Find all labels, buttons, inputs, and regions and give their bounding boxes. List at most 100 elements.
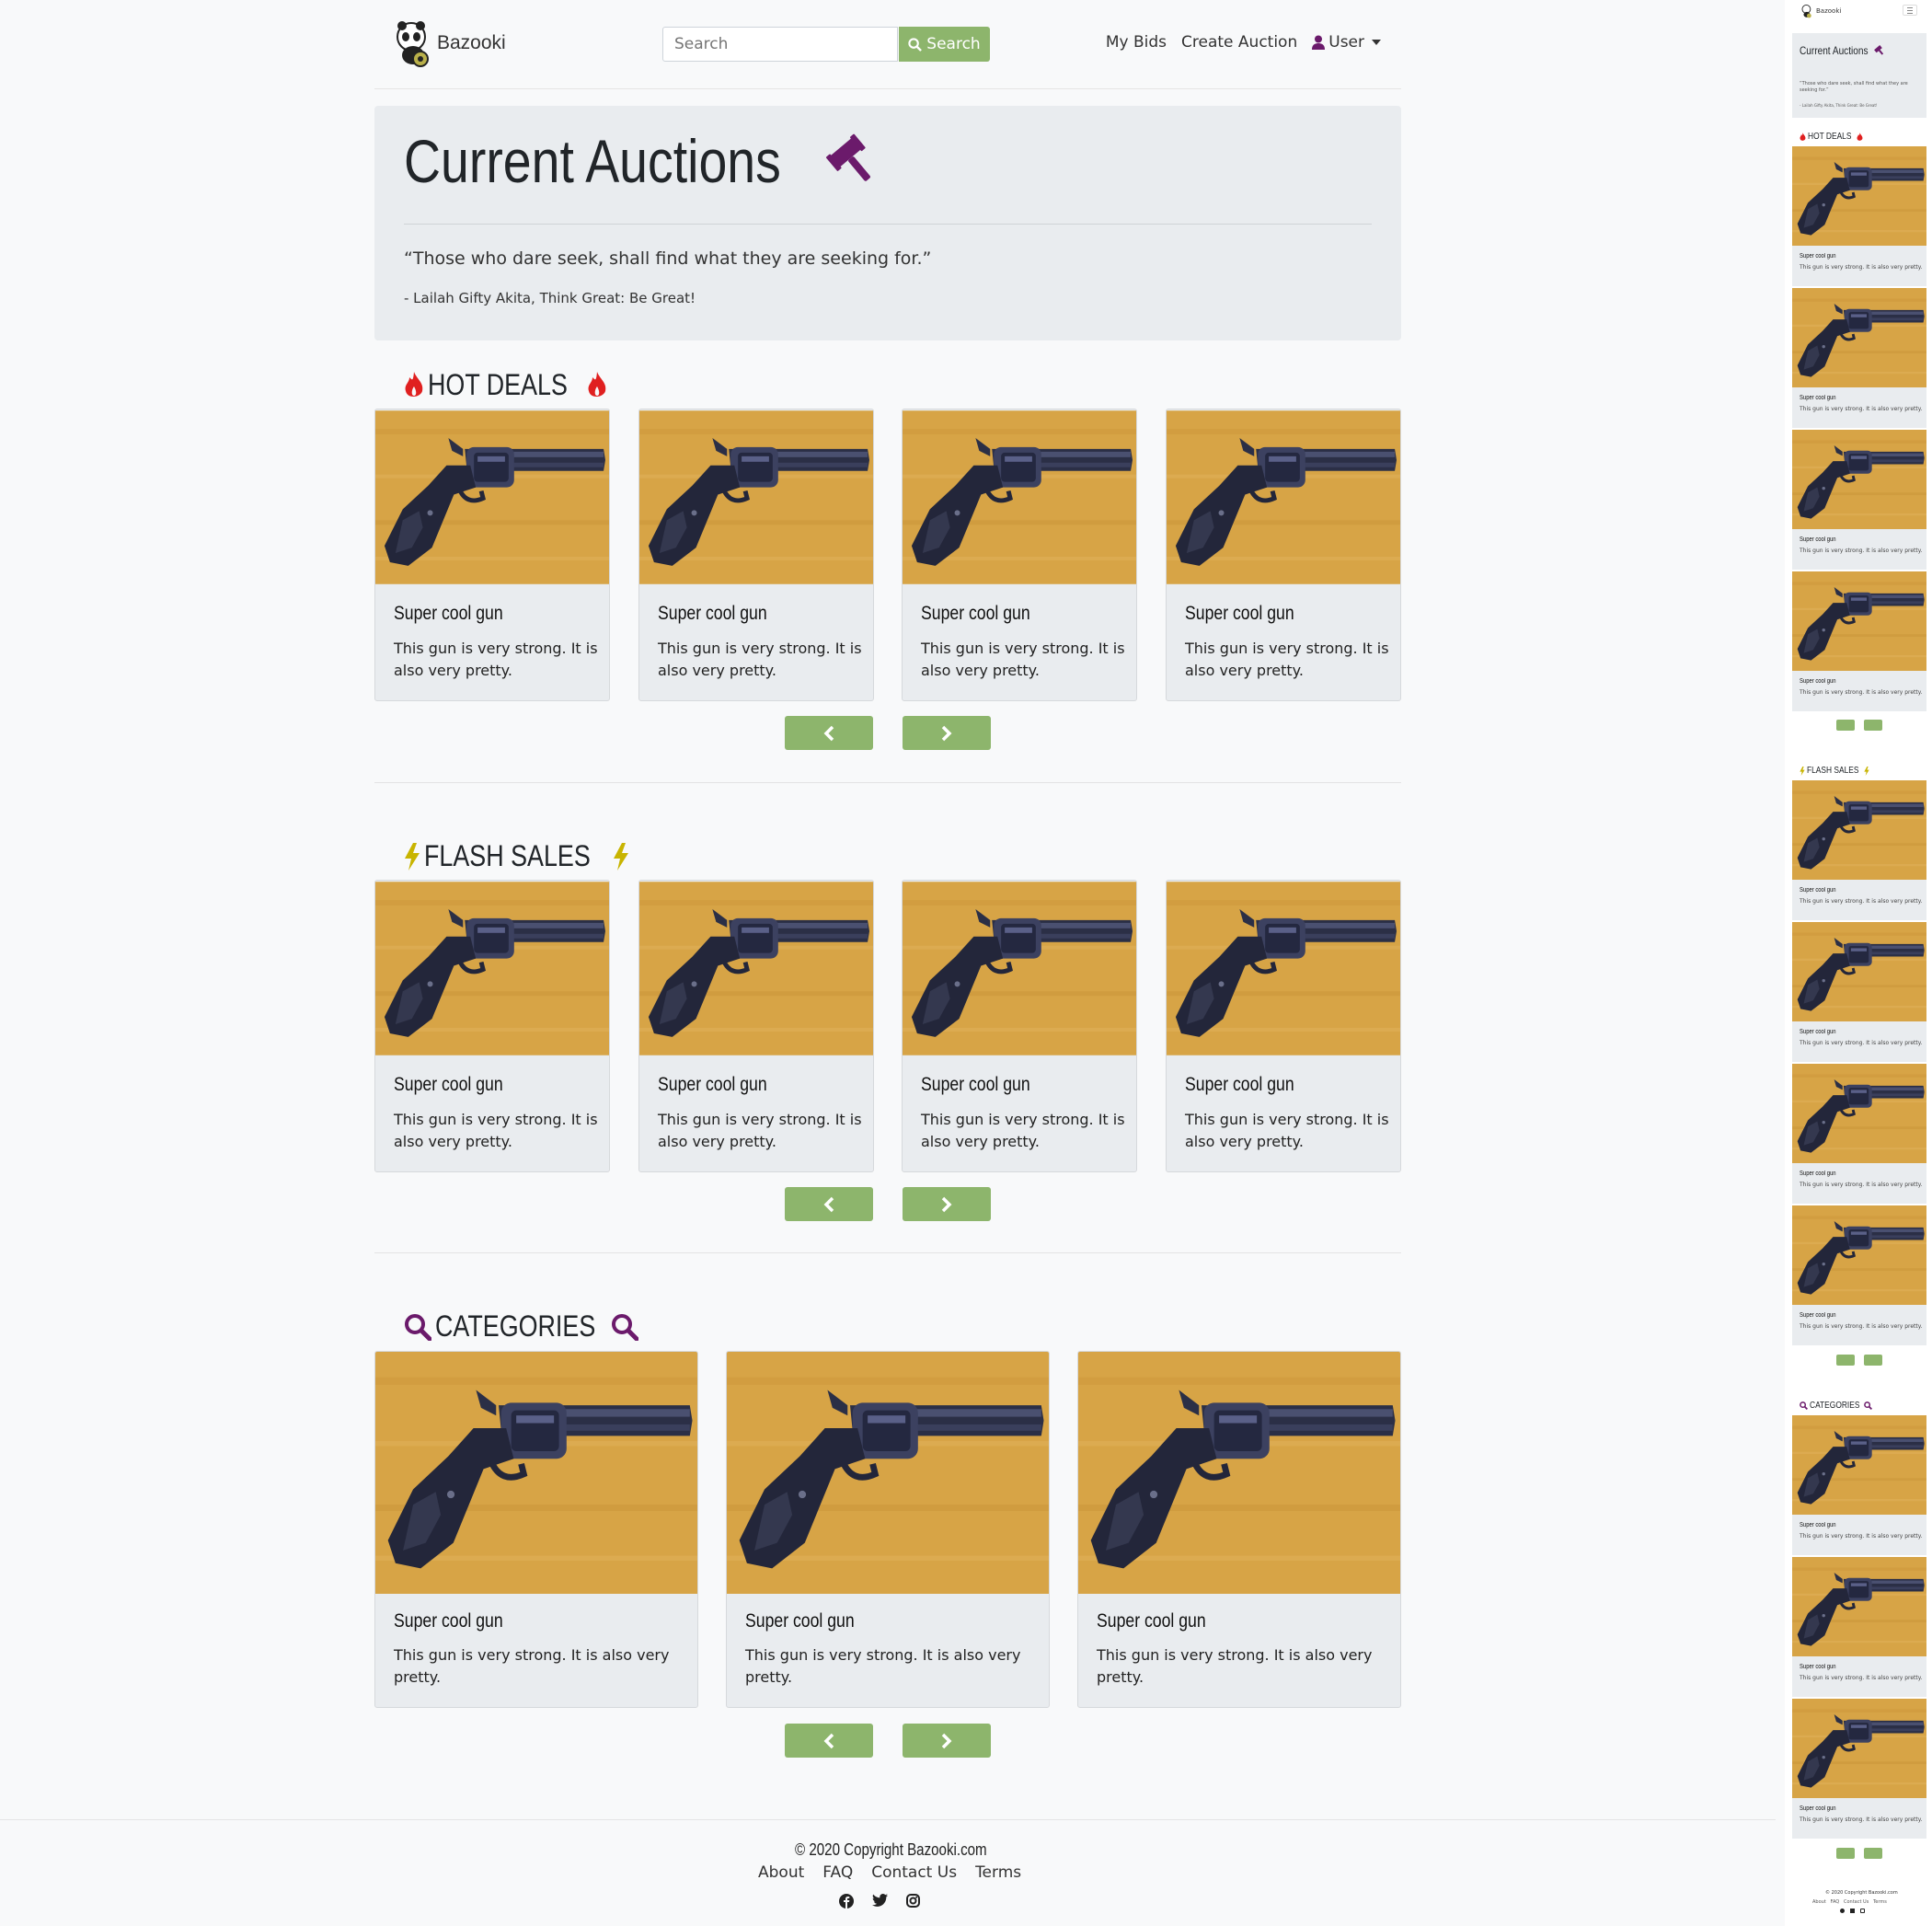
hero-quote-author: - Lailah Gifty Akita, Think Great: Be Gr… <box>404 290 696 306</box>
mobile-preview-panel: Bazooki Current Auctions “Those who dare… <box>1785 0 1932 1926</box>
auction-card[interactable]: Super cool gun This gun is very strong. … <box>1166 880 1401 1172</box>
mobile-quote: “Those who dare seek, shall find what th… <box>1800 81 1908 93</box>
mobile-prev-button[interactable] <box>1836 1355 1855 1366</box>
mobile-hot-deals-heading: HOT DEALS <box>1800 132 1863 142</box>
fire-icon <box>588 371 606 397</box>
gun-image <box>1792 1064 1926 1163</box>
chevron-left-icon <box>823 725 834 741</box>
mobile-prev-button[interactable] <box>1836 1848 1855 1859</box>
nav-user-label: User <box>1328 33 1364 52</box>
nav-my-bids[interactable]: My Bids <box>1106 33 1167 52</box>
gun-image <box>1167 881 1400 1056</box>
twitter-icon[interactable] <box>872 1894 888 1907</box>
fire-icon <box>1800 132 1806 141</box>
search-input[interactable] <box>662 27 898 62</box>
card-text: This gun is very strong. It is also very … <box>921 1111 1125 1150</box>
mobile-card[interactable]: Super cool gun This gun is very strong. I… <box>1792 571 1926 711</box>
auction-card[interactable]: Super cool gun This gun is very strong. … <box>1166 409 1401 701</box>
instagram-icon[interactable] <box>906 1894 920 1908</box>
footer-copyright: © 2020 Copyright Bazooki.com <box>795 1840 1023 1860</box>
mobile-next-button[interactable] <box>1864 1355 1882 1366</box>
card-title: Super cool gun <box>745 1610 855 1632</box>
mobile-card[interactable]: Super cool gun This gun is very strong. I… <box>1792 430 1926 570</box>
gun-image <box>1792 780 1926 880</box>
mobile-card-text: This gun is very strong. It is also very… <box>1800 1040 1923 1046</box>
mobile-card[interactable]: Super cool gun This gun is very strong. I… <box>1792 1415 1926 1555</box>
social-links <box>839 1894 920 1909</box>
chevron-right-icon <box>941 1733 952 1748</box>
page-title: Current Auctions <box>404 126 880 196</box>
bolt-icon <box>405 842 420 871</box>
footer-link-faq[interactable]: FAQ <box>822 1863 853 1882</box>
mobile-card-text: This gun is very strong. It is also very… <box>1800 1182 1923 1188</box>
page-title-text: Current Auctions <box>404 127 781 195</box>
auction-card[interactable]: Super cool gun This gun is very strong. … <box>638 409 874 701</box>
mobile-footer-links[interactable]: About FAQ Contact Us Terms <box>1812 1899 1887 1905</box>
mobile-card[interactable]: Super cool gun This gun is very strong. I… <box>1792 1699 1926 1839</box>
mobile-next-button[interactable] <box>1864 1848 1882 1859</box>
card-title: Super cool gun <box>1185 603 1294 624</box>
section-divider <box>374 782 1401 783</box>
hot-deals-prev-button[interactable] <box>785 716 873 750</box>
gun-image <box>903 881 1136 1056</box>
instagram-icon[interactable] <box>1860 1909 1865 1913</box>
mobile-card[interactable]: Super cool gun This gun is very strong. I… <box>1792 780 1926 920</box>
footer-link-contact[interactable]: Contact Us <box>871 1863 957 1882</box>
facebook-icon[interactable] <box>839 1894 854 1909</box>
mobile-card-title: Super cool gun <box>1800 887 1836 894</box>
mobile-card[interactable]: Super cool gun This gun is very strong. I… <box>1792 146 1926 286</box>
mobile-card[interactable]: Super cool gun This gun is very strong. I… <box>1792 288 1926 428</box>
nav-user-dropdown[interactable]: User <box>1312 33 1381 52</box>
search-button[interactable]: Search <box>899 27 990 62</box>
hot-deals-title: HOT DEALS <box>428 368 568 401</box>
mobile-card-title: Super cool gun <box>1800 395 1836 401</box>
mobile-card-text: This gun is very strong. It is also very… <box>1800 406 1923 412</box>
mobile-prev-button[interactable] <box>1836 720 1855 731</box>
gun-image <box>1792 922 1926 1021</box>
mobile-next-button[interactable] <box>1864 720 1882 731</box>
panda-logo-icon <box>397 21 429 67</box>
mobile-card[interactable]: Super cool gun This gun is very strong. I… <box>1792 1064 1926 1204</box>
gun-image <box>1792 1699 1926 1798</box>
mobile-card-text: This gun is very strong. It is also very… <box>1800 1675 1923 1681</box>
flash-sales-title: FLASH SALES <box>424 839 591 872</box>
categories-prev-button[interactable] <box>785 1724 873 1758</box>
mobile-card[interactable]: Super cool gun This gun is very strong. I… <box>1792 1205 1926 1345</box>
mobile-card-title: Super cool gun <box>1800 1805 1836 1812</box>
flash-sales-prev-button[interactable] <box>785 1187 873 1221</box>
category-card[interactable]: Super cool gun This gun is very strong. … <box>374 1351 698 1708</box>
footer-link-terms[interactable]: Terms <box>975 1863 1021 1882</box>
gun-image <box>1792 1205 1926 1305</box>
auction-card[interactable]: Super cool gun This gun is very strong. … <box>638 880 874 1172</box>
twitter-icon[interactable] <box>1850 1909 1855 1913</box>
flash-sales-next-button[interactable] <box>903 1187 991 1221</box>
gun-image <box>903 409 1136 585</box>
mobile-menu-icon[interactable] <box>1903 5 1917 16</box>
mobile-card-title: Super cool gun <box>1800 536 1836 543</box>
auction-card[interactable]: Super cool gun This gun is very strong. … <box>902 880 1137 1172</box>
gun-image <box>727 1352 1049 1594</box>
gun-image <box>1792 571 1926 671</box>
category-card[interactable]: Super cool gun This gun is very strong. … <box>1077 1351 1401 1708</box>
mobile-card[interactable]: Super cool gun This gun is very strong. I… <box>1792 922 1926 1062</box>
card-text: This gun is very strong. It is also very… <box>394 1646 670 1686</box>
auction-card[interactable]: Super cool gun This gun is very strong. … <box>374 880 610 1172</box>
mobile-card[interactable]: Super cool gun This gun is very strong. I… <box>1792 1557 1926 1697</box>
brand[interactable]: Bazooki <box>395 18 506 68</box>
mobile-card-title: Super cool gun <box>1800 1312 1836 1319</box>
auction-card[interactable]: Super cool gun This gun is very strong. … <box>374 409 610 701</box>
gun-image <box>1792 146 1926 246</box>
facebook-icon[interactable] <box>1840 1909 1845 1913</box>
hot-deals-next-button[interactable] <box>903 716 991 750</box>
user-icon <box>1312 35 1326 50</box>
card-title: Super cool gun <box>658 1074 767 1095</box>
card-title: Super cool gun <box>921 1074 1030 1095</box>
footer-link-about[interactable]: About <box>758 1863 804 1882</box>
auction-card[interactable]: Super cool gun This gun is very strong. … <box>902 409 1137 701</box>
categories-next-button[interactable] <box>903 1724 991 1758</box>
nav-create-auction[interactable]: Create Auction <box>1181 33 1297 52</box>
mobile-card-title: Super cool gun <box>1800 1664 1836 1670</box>
footer-divider <box>0 1819 1776 1820</box>
category-card[interactable]: Super cool gun This gun is very strong. … <box>726 1351 1050 1708</box>
mobile-social-icons <box>1840 1909 1865 1913</box>
